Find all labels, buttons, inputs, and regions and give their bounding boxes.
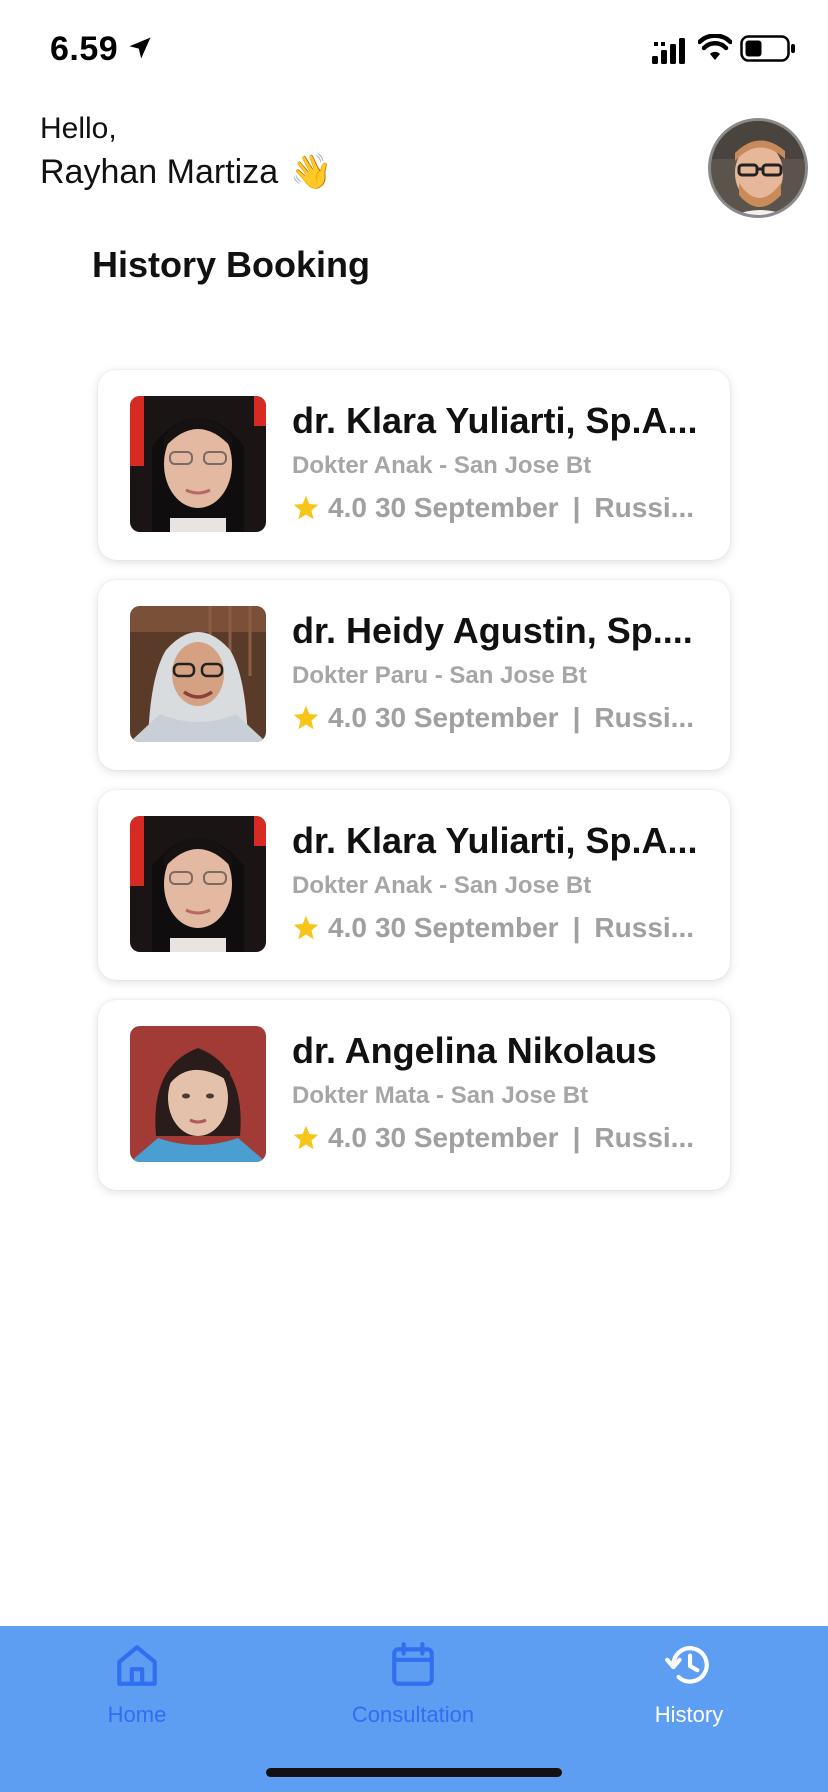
doctor-photo [130,396,266,532]
star-icon [293,495,319,520]
status-time: 6.59 [50,30,119,68]
doctor-photo [130,606,266,742]
booking-location: Russi... [594,702,695,733]
greeting-text: Hello, [40,112,117,145]
booking-date: 30 September [374,702,559,733]
history-icon [665,1646,709,1684]
meta-separator: | [572,1122,581,1153]
home-indicator [266,1768,562,1777]
booking-location: Russi... [594,1122,695,1153]
screen: 6.59 Hello, Rayhan Martiza 👋 History Boo… [0,0,828,1792]
nav-consultation-tab[interactable]: Consultation [303,1640,523,1750]
nav-history-tab[interactable]: History [579,1640,799,1750]
location-arrow-icon [129,37,151,59]
star-icon [293,705,319,730]
profile-avatar[interactable] [708,118,808,218]
meta-separator: | [572,492,581,523]
booking-meta: 4.0 30 September | Russi... [292,1122,708,1154]
home-icon [117,1645,157,1686]
wave-emoji: 👋 [290,153,333,191]
doctor-photo [130,1026,266,1162]
star-icon [293,915,319,940]
nav-consultation-label: Consultation [351,1702,475,1727]
meta-separator: | [572,702,581,733]
star-icon [293,1125,319,1150]
doctor-name: dr. Klara Yuliarti, Sp.A... [292,820,698,861]
booking-meta: 4.0 30 September | Russi... [292,492,708,524]
nav-home-tab[interactable]: Home [27,1640,247,1750]
signal-icon [652,38,685,64]
rating-value: 4.0 [328,912,367,943]
booking-card[interactable]: dr. Heidy Agustin, Sp.... Dokter Paru - … [98,580,730,770]
booking-meta: 4.0 30 September | Russi... [292,912,708,944]
user-name: Rayhan Martiza [40,152,279,191]
booking-date: 30 September [374,1122,559,1153]
booking-date: 30 September [374,912,559,943]
doctor-specialty: Dokter Paru - San Jose Bt [292,662,587,689]
status-bar: 6.59 [0,0,828,100]
nav-home-label: Home [107,1702,167,1727]
booking-card[interactable]: dr. Klara Yuliarti, Sp.A... Dokter Anak … [98,790,730,980]
doctor-specialty: Dokter Anak - San Jose Bt [292,452,592,479]
booking-location: Russi... [594,912,695,943]
doctor-specialty: Dokter Anak - San Jose Bt [292,872,592,899]
doctor-name: dr. Heidy Agustin, Sp.... [292,610,693,651]
booking-list: dr. Klara Yuliarti, Sp.A... Dokter Anak … [98,370,730,1210]
battery-icon [740,35,795,62]
doctor-name: dr. Angelina Nikolaus [292,1030,657,1071]
doctor-photo [130,816,266,952]
booking-card[interactable]: dr. Angelina Nikolaus Dokter Mata - San … [98,1000,730,1190]
doctor-specialty: Dokter Mata - San Jose Bt [292,1082,589,1109]
user-name-row: Rayhan Martiza 👋 [40,152,332,192]
nav-history-label: History [654,1702,724,1727]
meta-separator: | [572,912,581,943]
avatar-image [711,121,805,215]
doctor-name: dr. Klara Yuliarti, Sp.A... [292,400,698,441]
page-title: History Booking [92,244,371,285]
booking-location: Russi... [594,492,695,523]
rating-value: 4.0 [328,492,367,523]
booking-date: 30 September [374,492,559,523]
rating-value: 4.0 [328,1122,367,1153]
rating-value: 4.0 [328,702,367,733]
wifi-icon [698,34,732,60]
booking-meta: 4.0 30 September | Russi... [292,702,708,734]
booking-card[interactable]: dr. Klara Yuliarti, Sp.A... Dokter Anak … [98,370,730,560]
calendar-icon [392,1642,434,1686]
